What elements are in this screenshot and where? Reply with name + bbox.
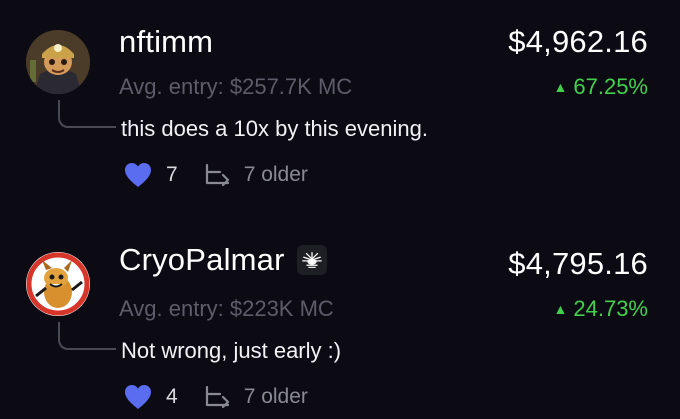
miner-character-avatar-icon <box>26 30 90 94</box>
username[interactable]: CryoPalmar <box>119 242 285 278</box>
like-count: 4 <box>166 385 178 408</box>
avatar[interactable] <box>26 252 90 316</box>
username[interactable]: nftimm <box>119 24 213 60</box>
avg-entry: Avg. entry: $257.7K MC <box>119 74 353 99</box>
thread-line <box>58 322 116 350</box>
pnl-change: ▲ 67.25% <box>554 74 648 100</box>
like-count: 7 <box>166 163 178 186</box>
older-replies-link[interactable]: 7 older <box>244 385 308 409</box>
triangle-up-icon: ▲ <box>553 79 568 95</box>
reply-thread-icon[interactable] <box>204 384 234 410</box>
comment-actions: 7 7 older <box>124 162 308 188</box>
pnl-change-value: 24.73% <box>573 296 648 321</box>
sunburst-badge-icon <box>296 245 327 275</box>
older-replies-link[interactable]: 7 older <box>244 163 308 187</box>
triangle-up-icon: ▲ <box>553 301 568 317</box>
username-row: CryoPalmar <box>119 242 327 278</box>
pnl-change-value: 67.25% <box>573 74 648 99</box>
heart-icon[interactable] <box>124 162 152 188</box>
dog-character-avatar-icon <box>26 252 90 316</box>
comment-text: this does a 10x by this evening. <box>121 116 428 141</box>
comment-actions: 4 7 older <box>124 384 308 410</box>
comment-text: Not wrong, just early :) <box>121 338 342 363</box>
avg-entry: Avg. entry: $223K MC <box>119 296 334 321</box>
comment-feed: nftimm Avg. entry: $257.7K MC $4,962.16 … <box>0 0 680 419</box>
thread-line <box>58 100 116 128</box>
position-value: $4,795.16 <box>508 246 648 281</box>
heart-icon[interactable] <box>124 384 152 410</box>
avatar[interactable] <box>26 30 90 94</box>
reply-thread-icon[interactable] <box>204 162 234 188</box>
pnl-change: ▲ 24.73% <box>554 296 648 322</box>
position-value: $4,962.16 <box>508 24 648 59</box>
